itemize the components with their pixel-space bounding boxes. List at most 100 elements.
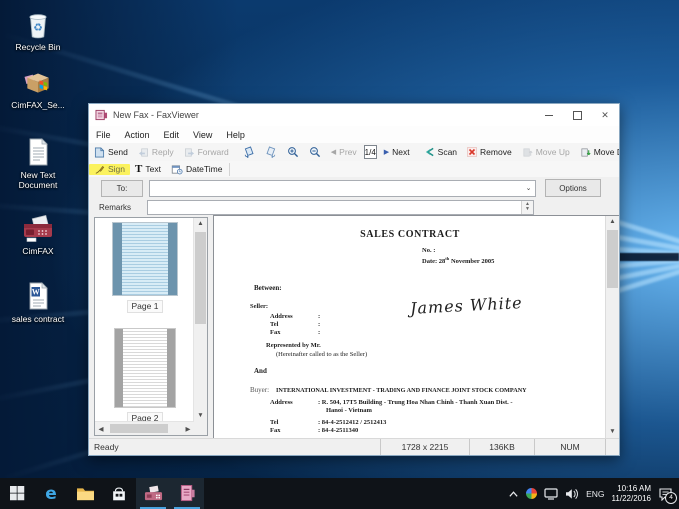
scroll-up-icon[interactable]: ▲ [606,216,619,228]
color-app-tray-icon[interactable] [526,488,538,499]
zoom-in-button[interactable] [282,146,304,158]
desktop-icon-label: New Text Document [18,170,58,190]
language-indicator[interactable]: ENG [586,489,604,499]
taskbar-cimfax-button[interactable] [136,478,170,509]
text-button[interactable]: T Text [130,164,166,175]
spinner-down-icon: ▼ [525,206,530,212]
close-button[interactable]: ✕ [591,104,619,126]
maximize-button[interactable] [563,104,591,126]
toolbar-separator [229,162,231,176]
sign-button[interactable]: Sign [89,163,131,175]
taskbar-edge-button[interactable]: e [34,478,68,509]
recipient-combobox[interactable]: ⌄ [149,179,536,197]
to-button[interactable]: To: [101,179,143,197]
document-page[interactable]: SALES CONTRACT No. : Date: 28th November… [214,216,606,438]
word-document-icon: W [29,282,48,310]
scrollbar-thumb[interactable] [110,424,168,433]
desktop-icon-label: Recycle Bin [15,42,61,52]
edge-icon: e [45,483,57,504]
menu-help[interactable]: Help [219,130,252,140]
options-button[interactable]: Options [545,179,601,197]
faxviewer-window: New Fax - FaxViewer ✕ File Action Edit V… [88,103,620,456]
doc-no-line: No. : [422,247,436,254]
scroll-down-icon[interactable]: ▼ [194,410,207,422]
title-bar[interactable]: New Fax - FaxViewer ✕ [89,104,619,126]
reply-button[interactable]: Reply [133,147,179,158]
volume-icon[interactable] [565,488,579,500]
status-dimensions: 1728 x 2215 [380,439,469,455]
datetime-button[interactable]: DateTime [166,164,228,175]
move-down-icon [581,147,591,157]
spinner-control[interactable]: ▲ ▼ [521,200,533,214]
network-icon[interactable] [544,487,558,500]
next-page-button[interactable]: ▶ Next [379,147,415,157]
document-title: SALES CONTRACT [360,229,460,240]
prev-page-button[interactable]: ◀ Prev [326,147,362,157]
recipient-input[interactable] [150,182,522,194]
doc-seller-tel-label: Tel [270,321,279,328]
menu-edit[interactable]: Edit [157,130,187,140]
installer-box-icon [24,73,49,93]
thumbnail-horizontal-scrollbar[interactable]: ◀ ▶ [95,421,194,435]
taskbar-store-button[interactable] [102,478,136,509]
doc-hereinafter: (Hereinafter called to as the Seller) [276,351,368,358]
scrollbar-thumb[interactable] [607,230,618,288]
scroll-up-icon[interactable]: ▲ [194,218,207,230]
scrollbar-thumb[interactable] [195,232,206,324]
start-button[interactable] [0,478,34,509]
scan-button[interactable]: Scan [419,147,462,157]
taskbar-clock[interactable]: 10:16 AM 11/22/2016 [612,484,651,503]
prev-label: Prev [339,147,357,157]
remove-button[interactable]: Remove [462,147,517,157]
fax-machine-icon [24,215,52,242]
minimize-button[interactable] [535,104,563,126]
doc-buyer-address-value2: Hanoi - Vietnam [326,407,372,414]
page2-thumbnail[interactable] [114,328,176,408]
desktop-icon-recycle-bin[interactable]: ♻ Recycle Bin [4,8,72,52]
move-up-icon [523,147,533,157]
document-vertical-scrollbar[interactable]: ▲ ▼ [605,216,619,438]
desktop-icon-new-text-document[interactable]: New Text Document [4,136,72,190]
page-indicator[interactable]: 1/4 [363,145,377,159]
sign-icon [95,165,105,174]
menu-action[interactable]: Action [118,130,157,140]
rotate-left-button[interactable] [238,146,260,158]
taskbar: e ENG 10:16 AM 11/22/2016 4 [0,478,679,509]
thumbnail-vertical-scrollbar[interactable]: ▲ ▼ [193,218,207,422]
scroll-left-icon[interactable]: ◀ [95,425,107,433]
remarks-field[interactable]: ▲ ▼ [147,199,534,215]
move-up-button[interactable]: Move Up [517,147,575,158]
forward-button[interactable]: Forward [179,147,234,158]
doc-date-line: Date: 28th November 2005 [422,256,495,266]
move-up-label: Move Up [535,147,570,157]
resize-grip[interactable] [605,439,619,455]
desktop-icon-cimfax[interactable]: CimFAX [4,212,72,256]
status-bar: Ready 1728 x 2215 136KB NUM [89,438,619,455]
taskbar-explorer-button[interactable] [68,478,102,509]
faxviewer-taskbar-icon [180,485,195,502]
status-filesize: 136KB [469,439,534,455]
send-button[interactable]: Send [89,147,133,158]
action-center-button[interactable]: 4 [658,487,677,504]
zoom-out-button[interactable] [304,146,326,158]
page1-thumbnail[interactable] [112,222,178,296]
menu-bar: File Action Edit View Help [89,126,619,144]
rotate-right-button[interactable] [260,146,282,158]
scroll-down-icon[interactable]: ▼ [606,426,619,438]
remarks-input[interactable] [148,200,521,214]
menu-file[interactable]: File [89,130,118,140]
rotate-right-icon [266,146,275,158]
taskbar-faxviewer-button[interactable] [170,478,204,509]
desktop-icon-cimfax-setup[interactable]: CimFAX_Se... [4,66,72,110]
move-down-button[interactable]: Move Do [575,147,619,158]
menu-view[interactable]: View [186,130,219,140]
move-down-label: Move Do [593,147,619,157]
doc-buyer-address-label: Address [270,399,293,406]
hidden-icons-chevron-icon[interactable] [508,490,519,498]
scroll-right-icon[interactable]: ▶ [182,425,194,433]
desktop-icon-sales-contract[interactable]: W sales contract [4,280,72,324]
thumbnail-panel: Page 1 Page 2 ▲ ▼ ◀ ▶ [94,217,208,436]
remarks-label: Remarks [99,202,132,212]
chevron-down-icon[interactable]: ⌄ [522,184,535,192]
markup-toolbar: Sign T Text DateTime [89,161,619,178]
